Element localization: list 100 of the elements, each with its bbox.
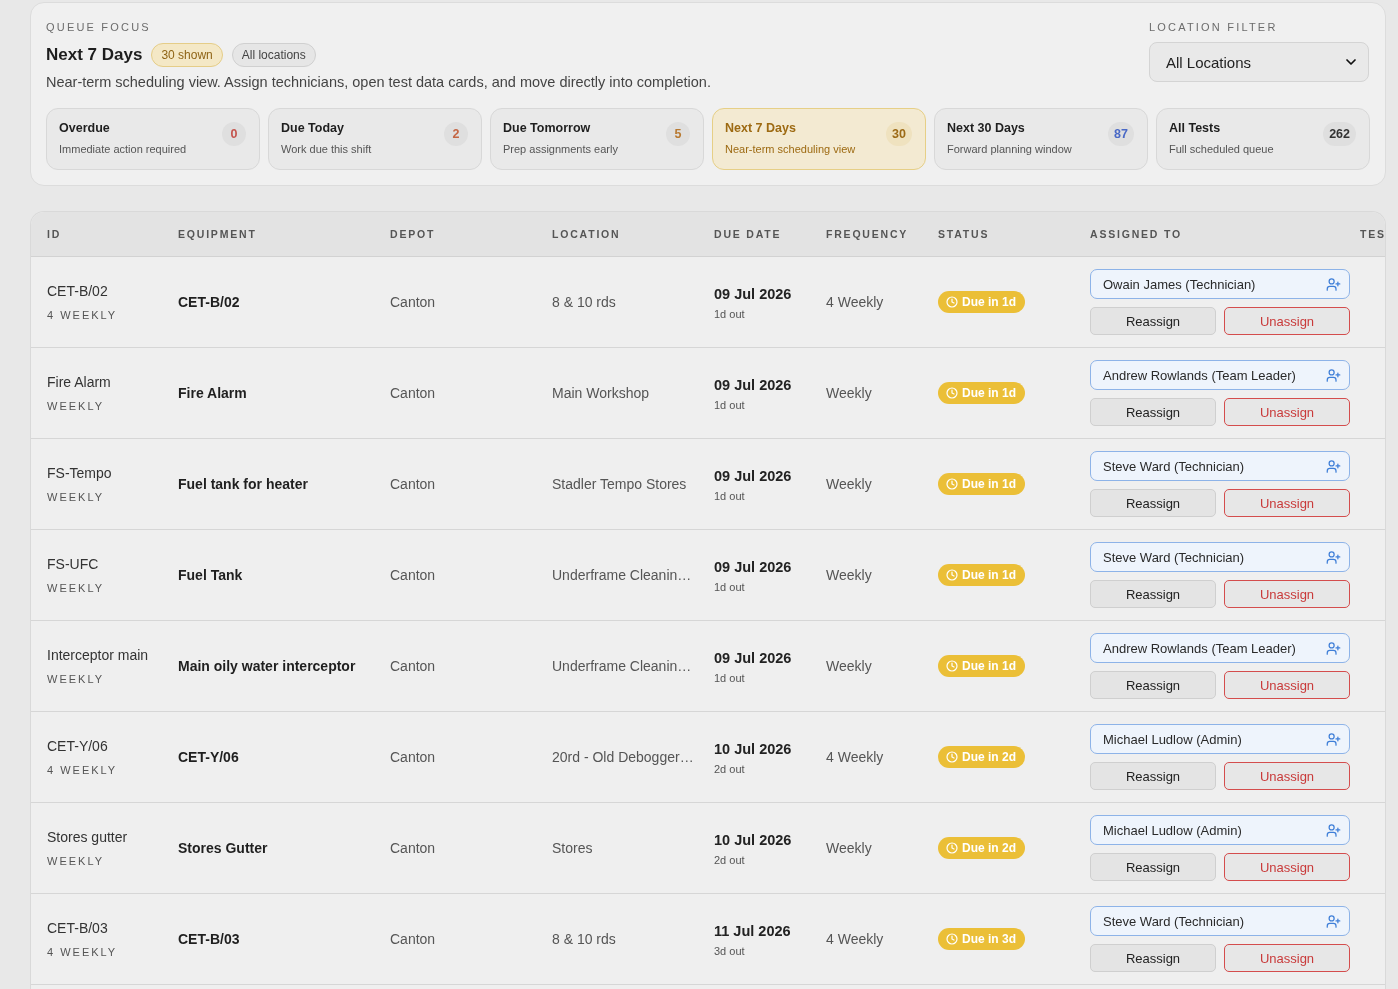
location-select[interactable]: All Locations [1149, 42, 1369, 82]
test-id: Stores gutter [47, 828, 128, 847]
clock-icon [946, 569, 958, 581]
unassign-button[interactable]: Unassign [1224, 853, 1350, 881]
column-header: ASSIGNED TO [1089, 228, 1182, 240]
assignee-field[interactable]: Andrew Rowlands (Team Leader) [1090, 633, 1350, 663]
reassign-button[interactable]: Reassign [1090, 944, 1216, 972]
filter-title: Next 30 Days [947, 120, 1025, 136]
due-date: 09 Jul 2026 [714, 284, 792, 304]
due-offset: 3d out [714, 943, 745, 958]
location-name: 20rd - Old Debogger… [552, 749, 694, 765]
user-plus-icon [1326, 822, 1341, 838]
due-offset: 1d out [714, 306, 745, 321]
assignee-field[interactable]: Steve Ward (Technician) [1090, 542, 1350, 572]
reassign-button[interactable]: Reassign [1090, 398, 1216, 426]
queue-filter-card[interactable]: Next 7 Days Near-term scheduling view 30 [712, 108, 926, 170]
assignee-field[interactable]: Andrew Rowlands (Team Leader) [1090, 360, 1350, 390]
user-plus-icon [1326, 367, 1341, 383]
status-text: Due in 1d [962, 659, 1016, 673]
user-plus-icon [1326, 549, 1341, 565]
location-name: Stadler Tempo Stores [552, 476, 687, 492]
frequency: Weekly [826, 476, 872, 492]
test-id: Interceptor main [47, 646, 149, 665]
test-id: CET-Y/06 [47, 737, 108, 756]
queue-filter-card[interactable]: Due Today Work due this shift 2 [268, 108, 482, 170]
filter-subtitle: Forward planning window [947, 142, 1072, 157]
user-plus-icon [1326, 913, 1341, 929]
column-header: FREQUENCY [825, 228, 909, 240]
reassign-button[interactable]: Reassign [1090, 762, 1216, 790]
count-badge: 2 [444, 122, 468, 146]
test-id: FS-UFC [47, 555, 99, 574]
user-plus-icon [1326, 731, 1341, 747]
due-date: 11 Jul 2026 [714, 921, 791, 941]
queue-filter-card[interactable]: Overdue Immediate action required 0 [46, 108, 260, 170]
frequency: Weekly [826, 840, 872, 856]
user-plus-icon [1326, 640, 1341, 656]
due-offset: 2d out [714, 852, 745, 867]
clock-icon [946, 478, 958, 490]
frequency-code: 4 WEEKLY [47, 945, 118, 960]
frequency: 4 Weekly [826, 749, 884, 765]
location-name: Stores [552, 840, 593, 856]
assignee-field[interactable]: Michael Ludlow (Admin) [1090, 815, 1350, 845]
depot-name: Canton [390, 294, 436, 310]
location-name: 8 & 10 rds [552, 294, 616, 310]
column-header: DUE DATE [713, 228, 782, 240]
filter-title: All Tests [1169, 120, 1221, 136]
reassign-button[interactable]: Reassign [1090, 580, 1216, 608]
frequency-code: WEEKLY [47, 490, 105, 505]
queue-description: Near-term scheduling view. Assign technicians, open test data cards, and move directly into completion. [46, 73, 711, 92]
filter-title: Overdue [59, 120, 110, 136]
equipment-name: CET-Y/06 [178, 749, 239, 765]
depot-name: Canton [390, 840, 436, 856]
status-text: Due in 1d [962, 477, 1016, 491]
unassign-button[interactable]: Unassign [1224, 762, 1350, 790]
assignee-field[interactable]: Steve Ward (Technician) [1090, 451, 1350, 481]
filter-title: Due Tomorrow [503, 120, 591, 136]
queue-title: Next 7 Days [46, 44, 143, 66]
location-name: Main Workshop [552, 385, 649, 401]
queue-filter-card[interactable]: Next 30 Days Forward planning window 87 [934, 108, 1148, 170]
assignee-field[interactable]: Steve Ward (Technician) [1090, 906, 1350, 936]
location-name: 8 & 10 rds [552, 931, 616, 947]
queue-filter-card[interactable]: All Tests Full scheduled queue 262 [1156, 108, 1370, 170]
frequency: 4 Weekly [826, 931, 884, 947]
queue-filter-card[interactable]: Due Tomorrow Prep assignments early 5 [490, 108, 704, 170]
status-text: Due in 3d [962, 932, 1016, 946]
unassign-button[interactable]: Unassign [1224, 398, 1350, 426]
frequency-code: WEEKLY [47, 672, 105, 687]
unassign-button[interactable]: Unassign [1224, 671, 1350, 699]
frequency: Weekly [826, 385, 872, 401]
due-offset: 1d out [714, 579, 745, 594]
due-offset: 2d out [714, 761, 745, 776]
scope-badge: All locations [231, 43, 316, 67]
due-offset: 1d out [714, 670, 745, 685]
count-badge: 5 [666, 122, 690, 146]
unassign-button[interactable]: Unassign [1224, 580, 1350, 608]
filter-label: LOCATION FILTER [1149, 20, 1278, 34]
depot-name: Canton [390, 931, 436, 947]
clock-icon [946, 933, 958, 945]
results-count-badge: 30 shown [151, 43, 223, 67]
user-plus-icon [1326, 276, 1341, 292]
unassign-button[interactable]: Unassign [1224, 307, 1350, 335]
clock-icon [946, 842, 958, 854]
due-date: 10 Jul 2026 [714, 830, 792, 850]
filter-subtitle: Full scheduled queue [1169, 142, 1274, 157]
reassign-button[interactable]: Reassign [1090, 853, 1216, 881]
reassign-button[interactable]: Reassign [1090, 307, 1216, 335]
filter-subtitle: Work due this shift [281, 142, 372, 157]
reassign-button[interactable]: Reassign [1090, 489, 1216, 517]
depot-name: Canton [390, 567, 436, 583]
section-label: QUEUE FOCUS [46, 20, 151, 34]
unassign-button[interactable]: Unassign [1224, 489, 1350, 517]
filter-subtitle: Near-term scheduling view [725, 142, 856, 157]
assignee-field[interactable]: Michael Ludlow (Admin) [1090, 724, 1350, 754]
assignee-field[interactable]: Owain James (Technician) [1090, 269, 1350, 299]
reassign-button[interactable]: Reassign [1090, 671, 1216, 699]
equipment-name: Main oily water interceptor [178, 658, 356, 674]
user-plus-icon [1326, 458, 1341, 474]
count-badge: 0 [222, 122, 246, 146]
unassign-button[interactable]: Unassign [1224, 944, 1350, 972]
equipment-name: CET-B/03 [178, 931, 240, 947]
